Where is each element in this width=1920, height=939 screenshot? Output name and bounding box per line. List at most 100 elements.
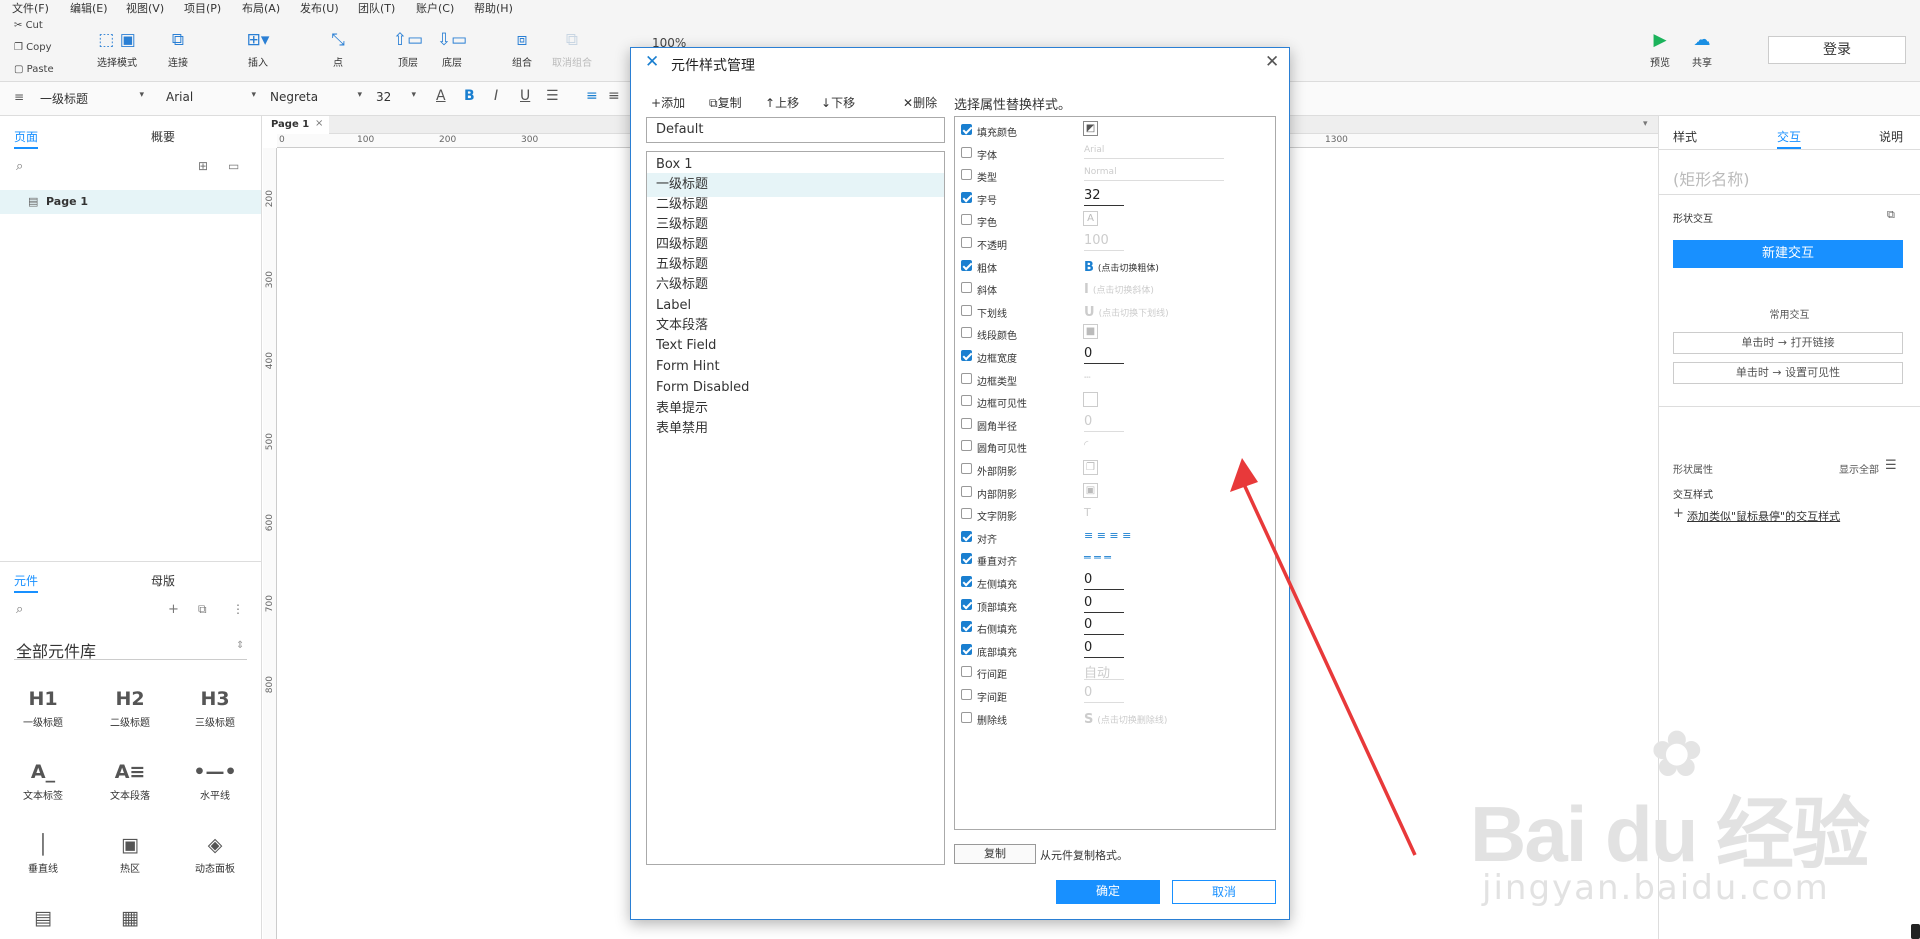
connect-button[interactable]: ⧉ 连接 [160,30,196,69]
add-library-icon[interactable]: + [168,602,179,617]
add-folder-icon[interactable]: ▭ [228,159,239,173]
preview-button[interactable]: ▶ 预览 [1642,30,1678,69]
property-checkbox[interactable] [961,124,972,135]
interaction-settings-icon[interactable]: ⧉ [1887,208,1895,222]
property-icon[interactable]: A [1083,211,1098,227]
property-checkbox[interactable] [961,214,972,226]
italic-icon[interactable]: I [494,88,498,104]
shape-name-input[interactable]: (矩形名称) [1673,166,1750,190]
widget-item[interactable]: │ 垂直线 [8,830,78,875]
tab-widgets[interactable]: 元件 [14,572,39,593]
library-menu-icon[interactable]: ⧉ [198,602,207,617]
copy-style-button[interactable]: ⧉复制 [709,94,742,111]
property-input[interactable]: 自动 [1084,662,1124,681]
widget-item[interactable]: ▦ [95,903,165,933]
property-checkbox[interactable] [961,666,972,678]
property-input[interactable]: 0 [1084,640,1124,658]
login-button[interactable]: 登录 [1768,36,1906,64]
property-input[interactable]: 100 [1084,233,1124,251]
cancel-button[interactable]: 取消 [1172,880,1276,904]
move-down-button[interactable]: ↓下移 [821,94,855,111]
property-checkbox[interactable] [961,530,972,542]
bold-icon[interactable]: B [464,88,475,104]
property-glyph-icon[interactable]: ═ ═ ═ [1084,551,1111,564]
align-left-icon[interactable]: ≡ [586,88,598,104]
widget-item[interactable]: H2 二级标题 [95,684,165,729]
close-tab-icon[interactable]: × [315,118,323,129]
widget-item[interactable]: ◈ 动态面板 [180,830,250,875]
property-checkbox[interactable] [961,553,972,565]
property-checkbox[interactable] [961,304,972,316]
property-input[interactable]: 0 [1084,572,1124,590]
property-icon[interactable]: ◩ [1083,121,1098,136]
style-list-item[interactable]: 表单禁用 [647,417,944,441]
property-checkbox[interactable] [961,485,972,497]
widget-item[interactable]: H3 三级标题 [180,684,250,729]
property-checkbox[interactable] [961,711,972,723]
property-input[interactable]: 0 [1084,346,1124,364]
property-checkbox[interactable] [961,417,972,429]
property-checkbox[interactable] [961,191,972,203]
property-checkbox[interactable] [961,598,972,610]
tab-pages[interactable]: 页面 [14,128,39,149]
widget-item[interactable]: ▤ [8,903,78,933]
widget-item[interactable]: ▣ 热区 [95,830,165,875]
property-input[interactable]: 0 [1084,685,1124,703]
widget-item[interactable]: A≡ 文本段落 [95,757,165,802]
widget-item[interactable]: •—• 水平线 [180,757,250,802]
bring-top-button[interactable]: ⇧▭ 顶层 [390,30,426,69]
menu-icon[interactable]: ☰ [1885,458,1897,473]
property-glyph-icon[interactable]: T [1084,506,1091,519]
property-select[interactable]: Arial [1084,145,1224,159]
new-interaction-button[interactable]: 新建交互 [1673,240,1903,268]
bullet-list-icon[interactable]: ☰ [546,88,559,104]
send-bottom-button[interactable]: ⇩▭ 底层 [434,30,470,69]
font-size-select[interactable]: 32 [376,90,416,104]
copy-button[interactable]: ❐ Copy [14,42,52,53]
property-checkbox[interactable] [961,259,972,271]
more-icon[interactable]: ⋮ [232,602,244,616]
copy-format-button[interactable]: 复制 [954,844,1036,864]
tab-menu-icon[interactable]: ▾ [1643,119,1648,129]
property-checkbox[interactable] [961,327,972,339]
property-checkbox[interactable] [961,689,972,700]
tab-masters[interactable]: 母版 [151,572,175,589]
property-checkbox[interactable] [961,621,972,633]
insert-button[interactable]: ⊞▾ 插入 [240,30,276,69]
property-glyph-icon[interactable]: ◜ [1084,438,1088,451]
move-up-button[interactable]: ↑上移 [765,94,799,111]
property-icon[interactable]: ■ [1083,324,1098,340]
paste-button[interactable]: ▢ Paste [14,64,54,75]
property-input[interactable]: 0 [1084,595,1124,613]
property-select[interactable]: Normal [1084,167,1224,182]
widget-search-icon[interactable]: ⌕ [16,602,23,617]
property-input[interactable]: 0 [1084,617,1124,636]
property-checkbox[interactable] [961,576,972,587]
page-item[interactable]: ▤ Page 1 [0,190,261,214]
underline-icon[interactable]: U [520,88,530,104]
group-button[interactable]: ⧈ 组合 [504,30,540,69]
property-checkbox[interactable] [961,169,972,181]
property-checkbox[interactable] [961,237,972,248]
style-select[interactable]: 一级标题 [40,90,144,107]
scrollbar-thumb[interactable] [1911,924,1920,939]
default-style-item[interactable]: Default [646,117,945,143]
add-style-button[interactable]: +添加 [651,94,685,111]
property-icon[interactable] [1083,392,1098,408]
tab-style[interactable]: 样式 [1673,128,1697,145]
close-icon[interactable]: ✕ [1265,52,1279,72]
widget-item[interactable]: H1 一级标题 [8,684,78,729]
property-checkbox[interactable] [961,372,972,384]
widget-item[interactable]: A_ 文本标签 [8,757,78,802]
property-checkbox[interactable] [961,395,972,407]
property-toggle[interactable]: B (点击切换粗体) [1084,260,1159,275]
property-toggle[interactable]: S (点击切换删除线) [1084,712,1167,727]
click-open-link-button[interactable]: 单击时 → 打开链接 [1673,332,1903,354]
property-checkbox[interactable] [961,350,972,361]
font-select[interactable]: Arial [166,90,256,104]
ok-button[interactable]: 确定 [1056,880,1160,904]
property-checkbox[interactable] [961,440,972,452]
page-tab[interactable]: Page 1 × [263,116,329,134]
add-hover-style-link[interactable]: 添加类似"鼠标悬停"的交互样式 [1687,508,1840,524]
property-checkbox[interactable] [961,508,972,520]
